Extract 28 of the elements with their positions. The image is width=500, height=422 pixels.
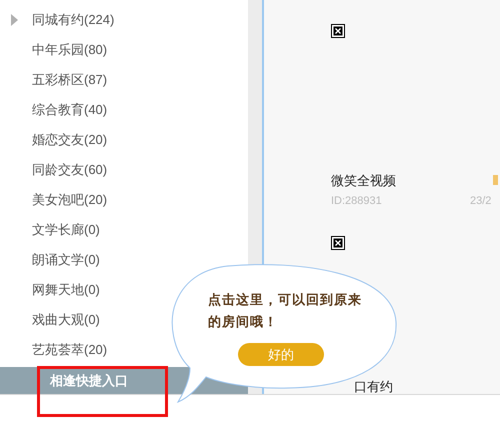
- room-title: 口有约: [354, 378, 393, 394]
- room-count: 23/2: [470, 194, 492, 209]
- sidebar-item-label: 美女泡吧(20): [32, 191, 108, 210]
- broken-image-icon: [331, 24, 345, 38]
- sidebar-item[interactable]: 综合教育(40): [0, 95, 248, 125]
- sidebar-item[interactable]: 五彩桥区(87): [0, 65, 248, 95]
- tip-message: 点击这里，可以回到原来的房间哦！: [208, 292, 363, 332]
- sidebar-item[interactable]: 朗诵文学(0): [0, 245, 248, 275]
- tag-icon: [493, 175, 498, 185]
- sidebar-item[interactable]: 中年乐园(80): [0, 35, 248, 65]
- sidebar-item-label: 朗诵文学(0): [32, 251, 100, 270]
- sidebar-item-label: 艺苑荟萃(20): [32, 341, 108, 360]
- sidebar-item-label: 同城有约(224): [32, 11, 114, 30]
- sidebar-item[interactable]: 婚恋交友(20): [0, 125, 248, 155]
- room-title: 微笑全视频: [331, 172, 396, 190]
- room-id: ID:288931: [331, 194, 382, 209]
- sidebar-item-label: 五彩桥区(87): [32, 71, 108, 90]
- sidebar-item[interactable]: 同城有约(224): [0, 5, 248, 35]
- sidebar-item-label: 综合教育(40): [32, 101, 108, 120]
- sidebar-item-label: 同龄交友(60): [32, 161, 108, 180]
- sidebar-item-label: 中年乐园(80): [32, 41, 108, 60]
- sidebar-item-label: 文学长廊(0): [32, 221, 100, 240]
- broken-image-icon: [331, 236, 345, 250]
- sidebar-item[interactable]: 美女泡吧(20): [0, 185, 248, 215]
- sidebar-item[interactable]: 文学长廊(0): [0, 215, 248, 245]
- sidebar-item[interactable]: 同龄交友(60): [0, 155, 248, 185]
- sidebar-item-label: 相逢快捷入口: [50, 372, 128, 390]
- sidebar-item-label: 婚恋交友(20): [32, 131, 108, 150]
